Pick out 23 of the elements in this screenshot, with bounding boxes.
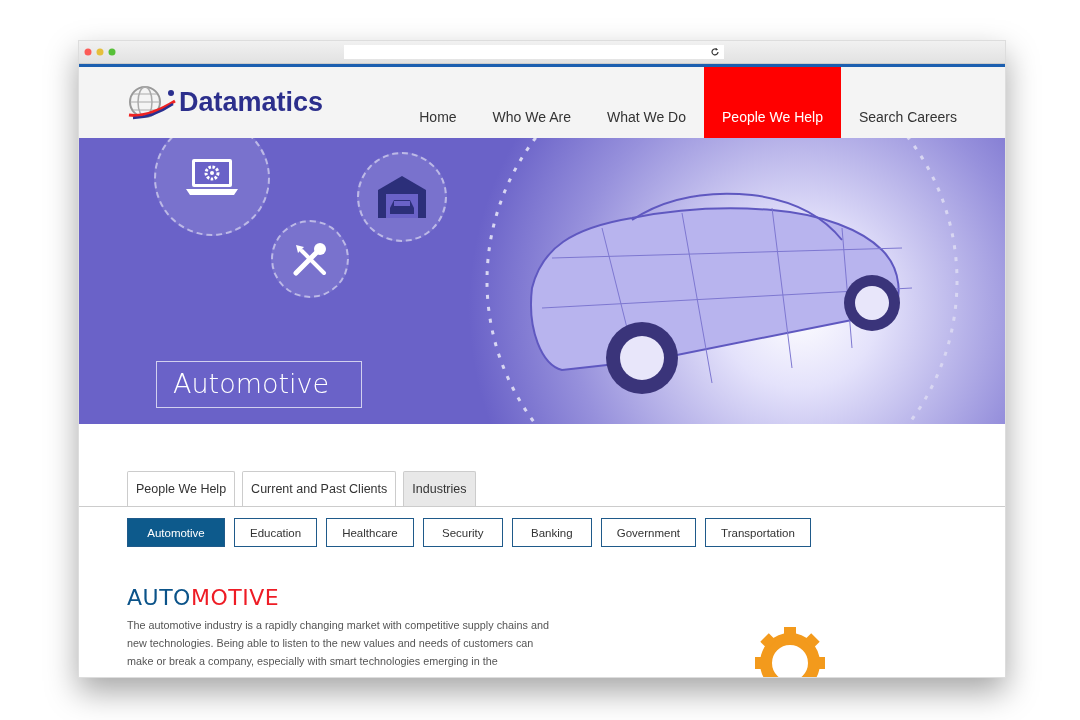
gear-icon: [755, 625, 825, 677]
nav-link[interactable]: People We Help: [704, 67, 841, 138]
tab[interactable]: Current and Past Clients: [242, 471, 397, 506]
nav-link[interactable]: What We Do: [588, 67, 705, 138]
logo-text[interactable]: Datamatics: [179, 87, 324, 118]
nav-link[interactable]: Who We Are: [474, 67, 589, 138]
filter-button[interactable]: Government: [600, 518, 697, 547]
tab[interactable]: Industries: [403, 471, 476, 506]
filter-button[interactable]: Education: [234, 518, 318, 547]
section-heading: AUTOMOTIVE: [127, 585, 281, 610]
filter-button[interactable]: Healthcare: [326, 518, 414, 547]
filter-button[interactable]: Security: [422, 518, 503, 547]
nav-link[interactable]: Home: [401, 67, 475, 138]
tab[interactable]: People We Help: [127, 471, 236, 506]
body-paragraph: The automotive industry is a rapidly changing market with competitive supply chains and new technologies. Being able to listen to the new values and needs of customers can make or break a company, especially with smart technologies emerging in the: [127, 618, 550, 669]
hero-title: Automotive: [156, 361, 362, 408]
filter-button[interactable]: Transportation: [705, 518, 811, 547]
globe-logo-icon: [127, 84, 177, 121]
window-controls-icon[interactable]: [84, 48, 116, 56]
reload-icon[interactable]: [710, 47, 720, 57]
filter-button[interactable]: Banking: [511, 518, 592, 547]
filter-button[interactable]: Automotive: [127, 518, 225, 547]
nav-link[interactable]: Search Careers: [840, 67, 975, 138]
